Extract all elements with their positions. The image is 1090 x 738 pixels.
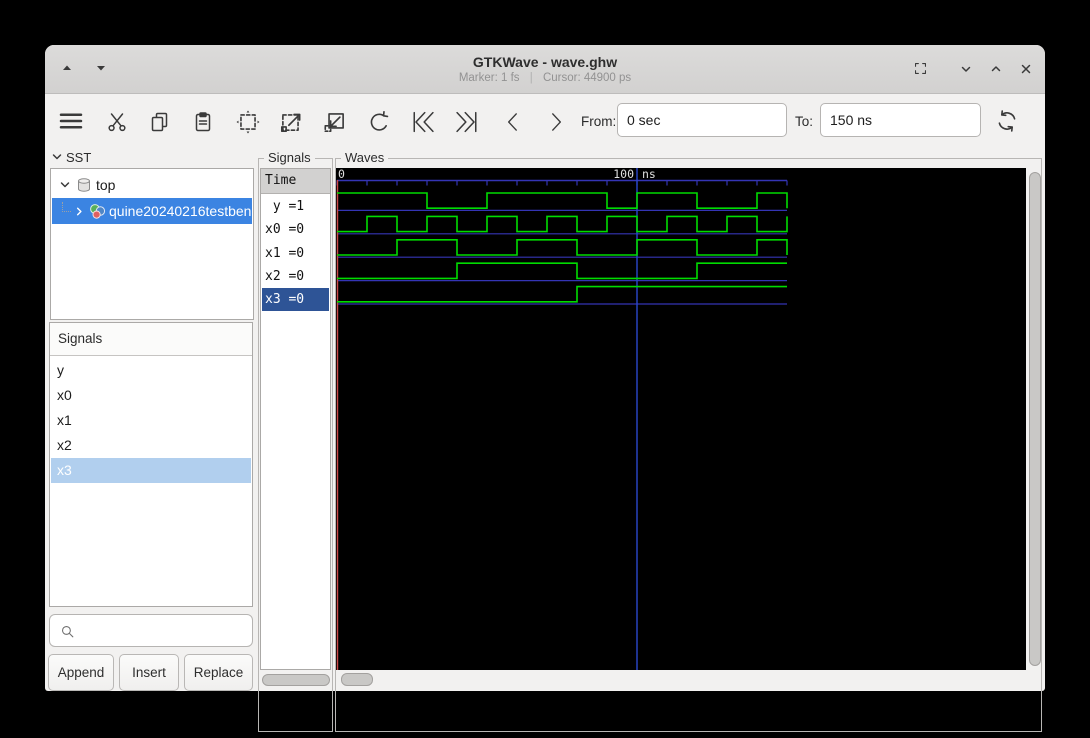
title-bar[interactable]: GTKWave - wave.ghw Marker: 1 fs | Cursor… <box>45 45 1045 94</box>
zoom-fit-button[interactable] <box>233 107 263 137</box>
status-separator: | <box>529 72 533 84</box>
time-column-header[interactable]: Time <box>261 169 330 194</box>
cut-button[interactable] <box>102 107 132 137</box>
maximize-button[interactable] <box>908 56 932 80</box>
signal-search-field[interactable] <box>49 614 253 647</box>
tree-item-top[interactable]: top <box>52 172 252 198</box>
undo-button[interactable] <box>364 107 394 137</box>
menu-button[interactable] <box>56 106 86 136</box>
from-input[interactable] <box>617 103 787 137</box>
value-row-y[interactable]: y =1 <box>262 195 329 218</box>
marker-status: Marker: 1 fs <box>458 72 520 84</box>
signals-list-panel: Signals y x0 x1 x2 x3 <box>49 322 253 607</box>
value-row-x1[interactable]: x1 =0 <box>262 242 329 265</box>
ruler-label: 100 <box>613 168 634 181</box>
signal-trace-y <box>337 192 788 210</box>
zoom-in-icon <box>280 113 301 133</box>
sst-tree: top quine20240216testbench <box>50 168 254 320</box>
tree-branch-line <box>62 202 71 212</box>
tree-item-testbench[interactable]: quine20240216testbench <box>52 198 252 224</box>
waves-horizontal-scrollbar[interactable] <box>341 673 373 686</box>
skip-to-end-button[interactable] <box>452 107 482 137</box>
zoom-in-button[interactable] <box>276 107 306 137</box>
undo-icon <box>370 111 389 131</box>
toolbar: From: To: <box>45 93 1045 148</box>
shade-down-button[interactable] <box>954 57 978 81</box>
signals-list-header-label: Signals <box>58 331 103 346</box>
waves-frame-label: Waves <box>341 150 389 165</box>
copy-button[interactable] <box>145 107 175 137</box>
wave-canvas[interactable]: 0 100 ns <box>336 168 1026 670</box>
signals-list-header[interactable]: Signals <box>50 323 252 356</box>
skip-to-end-icon <box>456 111 477 133</box>
close-button[interactable] <box>1014 57 1038 81</box>
pan-down-button[interactable] <box>89 56 113 80</box>
menu-icon <box>59 113 83 129</box>
list-item-y[interactable]: y <box>51 358 251 383</box>
pan-up-button[interactable] <box>55 56 79 80</box>
reload-button[interactable] <box>992 106 1022 136</box>
values-horizontal-scrollbar[interactable] <box>262 674 330 686</box>
list-item-x0[interactable]: x0 <box>51 383 251 408</box>
prev-edge-button[interactable] <box>498 107 528 137</box>
signal-trace-x3 <box>337 285 787 303</box>
paste-icon <box>195 112 211 132</box>
from-label: From: <box>581 114 617 129</box>
chevron-up-icon <box>991 66 1001 72</box>
value-row-x3[interactable]: x3 =0 <box>262 288 329 311</box>
sst-expander[interactable]: SST <box>50 148 140 166</box>
status-line: Marker: 1 fs | Cursor: 44900 ps <box>45 72 1045 84</box>
signals-list-body: y x0 x1 x2 x3 <box>50 356 252 606</box>
next-edge-icon <box>552 113 561 131</box>
pan-down-icon <box>97 66 105 71</box>
zoom-out-icon <box>324 113 344 133</box>
pan-up-icon <box>63 65 71 70</box>
values-frame-label: Signals <box>264 150 315 165</box>
module-icon <box>78 178 90 192</box>
reload-icon <box>998 110 1016 132</box>
list-item-x2[interactable]: x2 <box>51 433 251 458</box>
insert-button[interactable]: Insert <box>119 654 179 691</box>
to-input[interactable] <box>820 103 981 137</box>
zoom-out-button[interactable] <box>320 107 350 137</box>
gtkwave-window: GTKWave - wave.ghw Marker: 1 fs | Cursor… <box>45 45 1045 732</box>
values-panel: Time y =1 x0 =0 x1 =0 x2 =0 x3 =0 <box>260 168 331 670</box>
signal-trace-x1 <box>337 239 788 256</box>
next-edge-button[interactable] <box>541 107 571 137</box>
signal-trace-x2 <box>337 262 787 280</box>
copy-icon <box>151 112 168 132</box>
replace-button[interactable]: Replace <box>184 654 253 691</box>
value-row-x2[interactable]: x2 =0 <box>262 265 329 288</box>
window-title: GTKWave - wave.ghw <box>472 54 618 70</box>
tree-item-label: quine20240216testbench <box>109 203 252 219</box>
sst-header: SST <box>66 149 92 165</box>
paste-button[interactable] <box>188 107 218 137</box>
search-icon <box>62 626 74 638</box>
zoom-fit-icon <box>236 110 260 134</box>
list-item-x1[interactable]: x1 <box>51 408 251 433</box>
tree-item-label: top <box>96 177 116 193</box>
cut-icon <box>108 113 126 132</box>
maximize-icon <box>914 62 926 74</box>
chevron-down-icon <box>52 154 62 160</box>
append-button[interactable]: Append <box>48 654 114 691</box>
entity-icon <box>90 203 106 219</box>
signal-trace-x0 <box>337 215 788 233</box>
shade-up-button[interactable] <box>984 57 1008 81</box>
prev-edge-icon <box>508 113 517 131</box>
search-input[interactable] <box>82 616 251 647</box>
skip-to-start-icon <box>413 111 434 133</box>
chevron-down-icon[interactable] <box>58 178 72 192</box>
waves-vertical-scrollbar[interactable] <box>1029 172 1041 666</box>
cursor-status: Cursor: 44900 ps <box>542 72 632 84</box>
skip-to-start-button[interactable] <box>408 107 438 137</box>
chevron-right-icon[interactable] <box>73 205 86 218</box>
list-item-x3[interactable]: x3 <box>51 458 251 483</box>
close-icon <box>1021 64 1031 74</box>
to-label: To: <box>795 114 814 129</box>
ruler-label: ns <box>642 168 656 181</box>
ruler-label: 0 <box>338 168 345 181</box>
chevron-down-icon <box>961 66 971 72</box>
value-row-x0[interactable]: x0 =0 <box>262 218 329 241</box>
